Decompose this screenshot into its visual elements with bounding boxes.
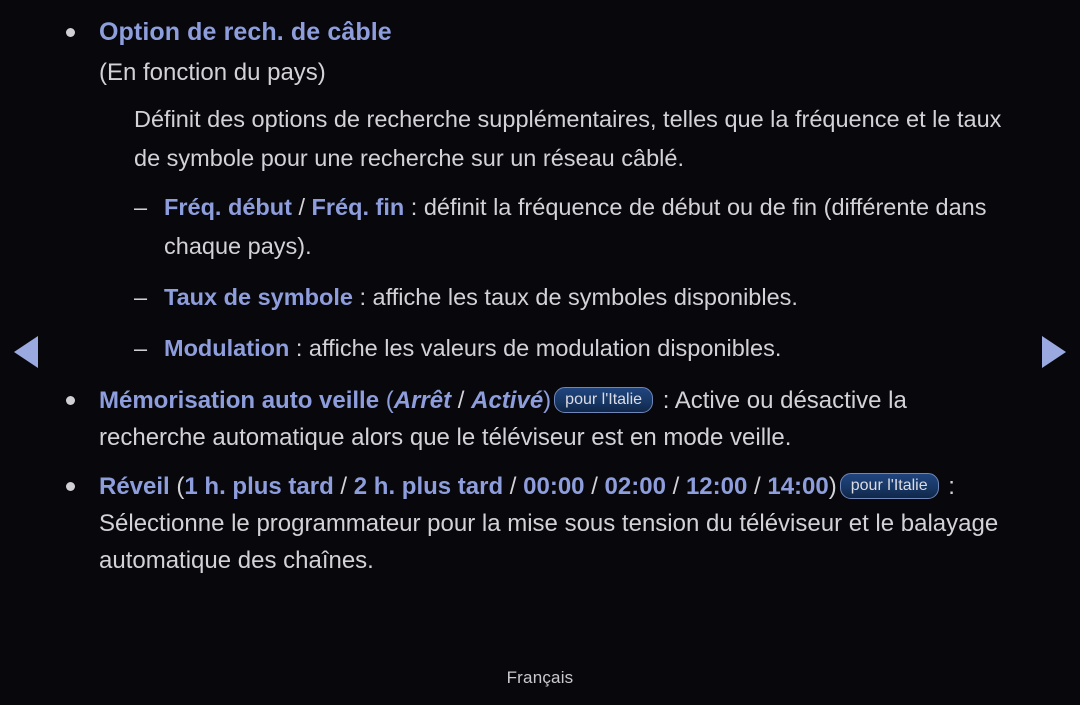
section-description: Définit des options de recherche supplém…: [134, 106, 1002, 171]
option-separator: /: [333, 473, 354, 500]
dash-marker-icon: –: [134, 335, 148, 361]
option-separator: /: [747, 473, 768, 500]
paren-close: ): [543, 387, 552, 414]
setting-option-6: 14:00: [767, 473, 829, 500]
paren-open: (: [379, 387, 394, 414]
list-item: – Fréq. début / Fréq. fin : définit la f…: [134, 188, 1022, 266]
sub-item-list: – Fréq. début / Fréq. fin : définit la f…: [134, 188, 1022, 368]
bullet-dot-icon: [66, 396, 75, 405]
setting-option-4: 02:00: [604, 473, 666, 500]
help-guide-screen: Option de rech. de câble (En fonction du…: [0, 0, 1080, 705]
setting-option-1: 1 h. plus tard: [184, 473, 334, 500]
page-title: Option de rech. de câble: [99, 18, 392, 46]
setting-option-on: Activé: [471, 387, 544, 414]
setting-option-2: 2 h. plus tard: [353, 473, 504, 500]
term-label: Modulation: [164, 335, 290, 361]
paren-close: ): [828, 473, 837, 500]
setting-option-off: Arrêt: [393, 387, 452, 414]
setting-description: Réveil (1 h. plus tard / 2 h. plus tard …: [99, 468, 999, 579]
setting-option-5: 12:00: [685, 473, 748, 500]
dash-marker-icon: –: [134, 194, 148, 220]
setting-option-3: 00:00: [523, 473, 585, 500]
section-heading-row: Option de rech. de câble: [58, 14, 1022, 50]
option-separator: /: [665, 473, 686, 500]
term-label: Fréq. début: [164, 194, 292, 220]
dash-marker-icon: –: [134, 284, 148, 310]
section-reveil: Réveil (1 h. plus tard / 2 h. plus tard …: [58, 468, 1022, 579]
section-subnote: (En fonction du pays): [99, 59, 326, 86]
list-item-text: Fréq. début / Fréq. fin : définit la fré…: [164, 188, 1019, 266]
setting-description: Mémorisation auto veille (Arrêt / Activé…: [99, 382, 999, 456]
bullet-dot-icon: [66, 482, 75, 491]
term-description: : affiche les valeurs de modulation disp…: [289, 335, 782, 361]
term-description: : affiche les taux de symboles disponibl…: [352, 284, 798, 310]
term-separator: /: [291, 194, 312, 220]
content-area: Option de rech. de câble (En fonction du…: [0, 0, 1080, 581]
language-footer: Français: [506, 668, 574, 687]
term-label-secondary: Fréq. fin: [311, 194, 405, 220]
paren-open: (: [169, 473, 185, 500]
list-item-text: Modulation : affiche les valeurs de modu…: [164, 329, 1019, 368]
option-separator: /: [584, 473, 605, 500]
section-option-rech-cable: Option de rech. de câble (En fonction du…: [58, 14, 1022, 368]
term-label: Taux de symbole: [164, 284, 353, 310]
setting-title: Mémorisation auto veille: [99, 387, 380, 414]
status-badge: pour l'Italie: [839, 473, 939, 499]
list-item: – Modulation : affiche les valeurs de mo…: [134, 329, 1022, 368]
list-item-text: Taux de symbole : affiche les taux de sy…: [164, 278, 1019, 317]
bullet-dot-icon: [66, 28, 75, 37]
setting-title: Réveil: [99, 473, 170, 500]
list-item: – Taux de symbole : affiche les taux de …: [134, 278, 1022, 317]
status-badge: pour l'Italie: [554, 387, 654, 413]
section-memorisation-auto-veille: Mémorisation auto veille (Arrêt / Activé…: [58, 382, 1022, 456]
option-separator: /: [451, 387, 472, 414]
option-separator: /: [503, 473, 524, 500]
